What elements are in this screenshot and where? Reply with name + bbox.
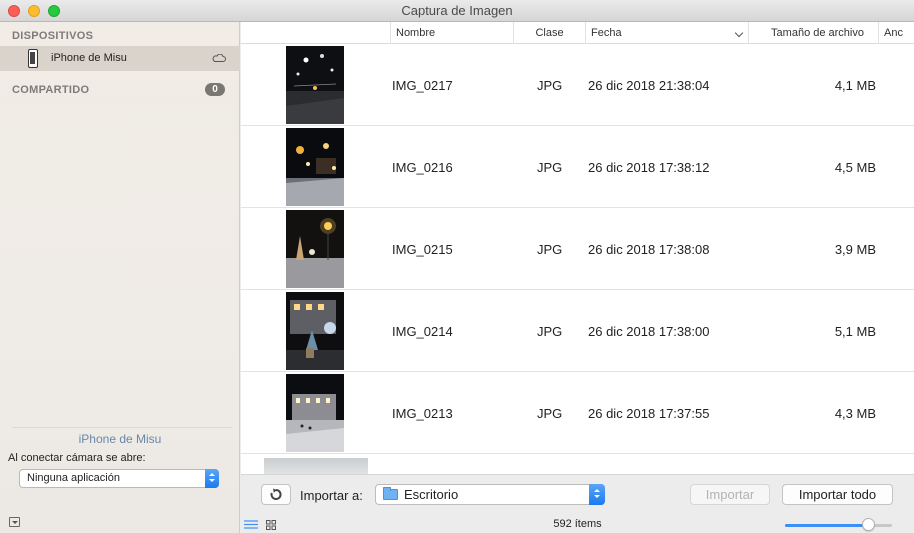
sidebar: DISPOSITIVOS iPhone de Misu COMPARTIDO 0… [0,22,240,533]
bottom-toolbar: Importar a: Escritorio Importar Importar… [241,474,914,533]
table-row[interactable]: IMG_0217 JPG 26 dic 2018 21:38:04 4,1 MB [241,44,914,126]
row-kind: JPG [537,160,563,175]
row-name: IMG_0215 [392,242,453,257]
photo-list: Nombre Clase Fecha Tamaño de archivo Anc… [241,22,914,474]
column-name[interactable]: Nombre [390,22,513,44]
connect-app-select[interactable]: Ninguna aplicación [19,469,219,488]
row-date: 26 dic 2018 17:38:08 [588,242,710,257]
column-kind[interactable]: Clase [513,22,585,44]
import-all-button[interactable]: Importar todo [782,484,893,505]
rotate-left-icon [270,488,282,500]
row-kind: JPG [537,78,563,93]
table-row[interactable]: IMG_0216 JPG 26 dic 2018 17:38:12 4,5 MB [241,126,914,208]
minimize-window-button[interactable] [28,5,40,17]
thumbnail-size-slider[interactable] [785,524,892,527]
row-date: 26 dic 2018 17:38:00 [588,324,710,339]
row-size: 4,1 MB [834,78,876,93]
folder-icon [383,487,398,500]
column-width[interactable]: Anc [878,22,914,44]
sort-descending-icon [734,28,744,38]
row-date: 26 dic 2018 17:37:55 [588,406,710,421]
row-date: 26 dic 2018 17:38:12 [588,160,710,175]
collapse-panel-icon[interactable] [9,517,20,527]
rotate-left-button[interactable] [261,484,291,505]
destination-select[interactable]: Escritorio [375,484,605,505]
sidebar-divider [12,427,232,428]
photo-thumbnail [286,292,344,370]
close-window-button[interactable] [8,5,20,17]
row-size: 3,9 MB [834,242,876,257]
footer-device-name: iPhone de Misu [78,432,162,446]
iphone-icon [28,49,38,68]
row-name: IMG_0214 [392,324,453,339]
row-date: 26 dic 2018 21:38:04 [588,78,710,93]
row-kind: JPG [537,324,563,339]
column-thumbnail [241,22,390,44]
row-kind: JPG [537,242,563,257]
shared-header: COMPARTIDO [12,84,90,96]
row-size: 4,3 MB [834,406,876,421]
device-label: iPhone de Misu [51,52,127,64]
photo-thumbnail [286,210,344,288]
column-date[interactable]: Fecha [585,22,748,44]
table-row[interactable]: IMG_0215 JPG 26 dic 2018 17:38:08 3,9 MB [241,208,914,290]
photo-thumbnail [286,46,344,124]
connect-app-value: Ninguna aplicación [27,472,120,484]
photo-thumbnail-partial [264,458,368,474]
select-arrows-icon [205,469,219,488]
row-name: IMG_0217 [392,78,453,93]
import-button[interactable]: Importar [690,484,770,505]
cloud-icon [212,54,226,62]
slider-knob[interactable] [861,518,875,531]
sidebar-item-iphone[interactable]: iPhone de Misu [0,46,240,71]
shared-count-badge: 0 [205,83,225,96]
row-size: 4,5 MB [834,160,876,175]
slider-fill [785,524,869,527]
photo-thumbnail [286,374,344,452]
table-row[interactable]: IMG_0214 JPG 26 dic 2018 17:38:00 5,1 MB [241,290,914,372]
window-title: Captura de Imagen [401,3,513,18]
photo-thumbnail [286,128,344,206]
row-size: 5,1 MB [834,324,876,339]
maximize-window-button[interactable] [48,5,60,17]
devices-header: DISPOSITIVOS [12,30,94,42]
table-header: Nombre Clase Fecha Tamaño de archivo Anc [241,22,914,44]
row-kind: JPG [537,406,563,421]
column-date-label: Fecha [591,27,622,39]
import-to-label: Importar a: [300,488,363,503]
destination-value: Escritorio [404,487,459,502]
title-bar: Captura de Imagen [0,0,914,22]
table-row[interactable]: IMG_0213 JPG 26 dic 2018 17:37:55 4,3 MB [241,372,914,454]
select-arrows-icon [589,484,605,505]
row-name: IMG_0213 [392,406,453,421]
connect-label: Al conectar cámara se abre: [8,452,146,464]
column-size[interactable]: Tamaño de archivo [748,22,878,44]
row-name: IMG_0216 [392,160,453,175]
